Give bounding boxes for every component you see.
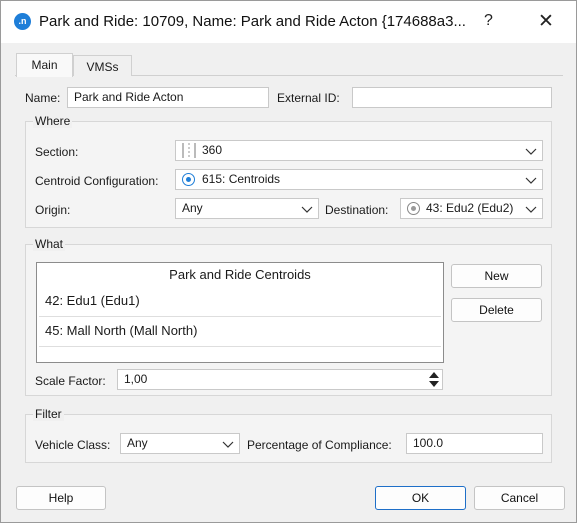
help-icon[interactable]: ? — [484, 12, 493, 30]
cancel-button[interactable]: Cancel — [474, 486, 565, 510]
compliance-label: Percentage of Compliance: — [247, 438, 392, 452]
list-item[interactable]: 42: Edu1 (Edu1) — [39, 287, 441, 317]
spin-arrows-icon[interactable] — [428, 371, 440, 388]
compliance-field[interactable]: 100.0 — [406, 433, 543, 454]
what-group-title: What — [33, 237, 66, 251]
dialog-window: .n Park and Ride: 10709, Name: Park and … — [0, 0, 577, 523]
chevron-down-icon — [222, 441, 234, 448]
scale-factor-spinbox[interactable]: 1,00 — [117, 369, 443, 390]
help-button[interactable]: Help — [16, 486, 106, 510]
section-value: 360 — [202, 143, 223, 157]
chevron-down-icon — [525, 177, 537, 184]
where-group-title: Where — [33, 114, 73, 128]
section-combobox[interactable]: 360 — [175, 140, 543, 161]
new-button[interactable]: New — [451, 264, 542, 288]
destination-radio-icon — [407, 202, 420, 215]
vehicle-class-combobox[interactable]: Any — [120, 433, 240, 454]
tab-vmss[interactable]: VMSs — [73, 55, 132, 76]
section-icon — [182, 143, 196, 158]
title-bar: .n Park and Ride: 10709, Name: Park and … — [1, 1, 576, 43]
centroid-config-label: Centroid Configuration: — [35, 174, 159, 188]
centroid-config-value: 615: Centroids — [202, 172, 281, 186]
delete-button[interactable]: Delete — [451, 298, 542, 322]
window-title: Park and Ride: 10709, Name: Park and Rid… — [39, 13, 466, 30]
list-header: Park and Ride Centroids — [169, 267, 311, 282]
scale-factor-label: Scale Factor: — [35, 374, 106, 388]
origin-combobox[interactable]: Any — [175, 198, 319, 219]
centroid-config-radio-icon — [182, 173, 195, 186]
chevron-down-icon — [525, 148, 537, 155]
origin-value: Any — [182, 201, 203, 215]
chevron-down-icon — [525, 206, 537, 213]
chevron-down-icon — [301, 206, 313, 213]
close-icon[interactable]: ✕ — [538, 10, 554, 33]
name-field[interactable]: Park and Ride Acton — [67, 87, 269, 108]
vehicle-class-value: Any — [127, 436, 148, 450]
ok-button[interactable]: OK — [375, 486, 466, 510]
centroid-config-combobox[interactable]: 615: Centroids — [175, 169, 543, 190]
name-label: Name: — [25, 91, 61, 105]
destination-combobox[interactable]: 43: Edu2 (Edu2) — [400, 198, 543, 219]
destination-label: Destination: — [325, 203, 389, 217]
list-item[interactable]: 45: Mall North (Mall North) — [39, 317, 441, 347]
centroids-list[interactable]: Park and Ride Centroids 42: Edu1 (Edu1) … — [36, 262, 444, 363]
origin-label: Origin: — [35, 203, 71, 217]
external-id-field[interactable] — [352, 87, 552, 108]
destination-value: 43: Edu2 (Edu2) — [426, 201, 514, 215]
external-id-label: External ID: — [277, 91, 340, 105]
app-icon: .n — [14, 13, 31, 30]
vehicle-class-label: Vehicle Class: — [35, 438, 111, 452]
scale-factor-value: 1,00 — [124, 372, 148, 386]
section-label: Section: — [35, 145, 79, 159]
filter-group-title: Filter — [33, 407, 64, 421]
tab-main[interactable]: Main — [16, 53, 73, 77]
